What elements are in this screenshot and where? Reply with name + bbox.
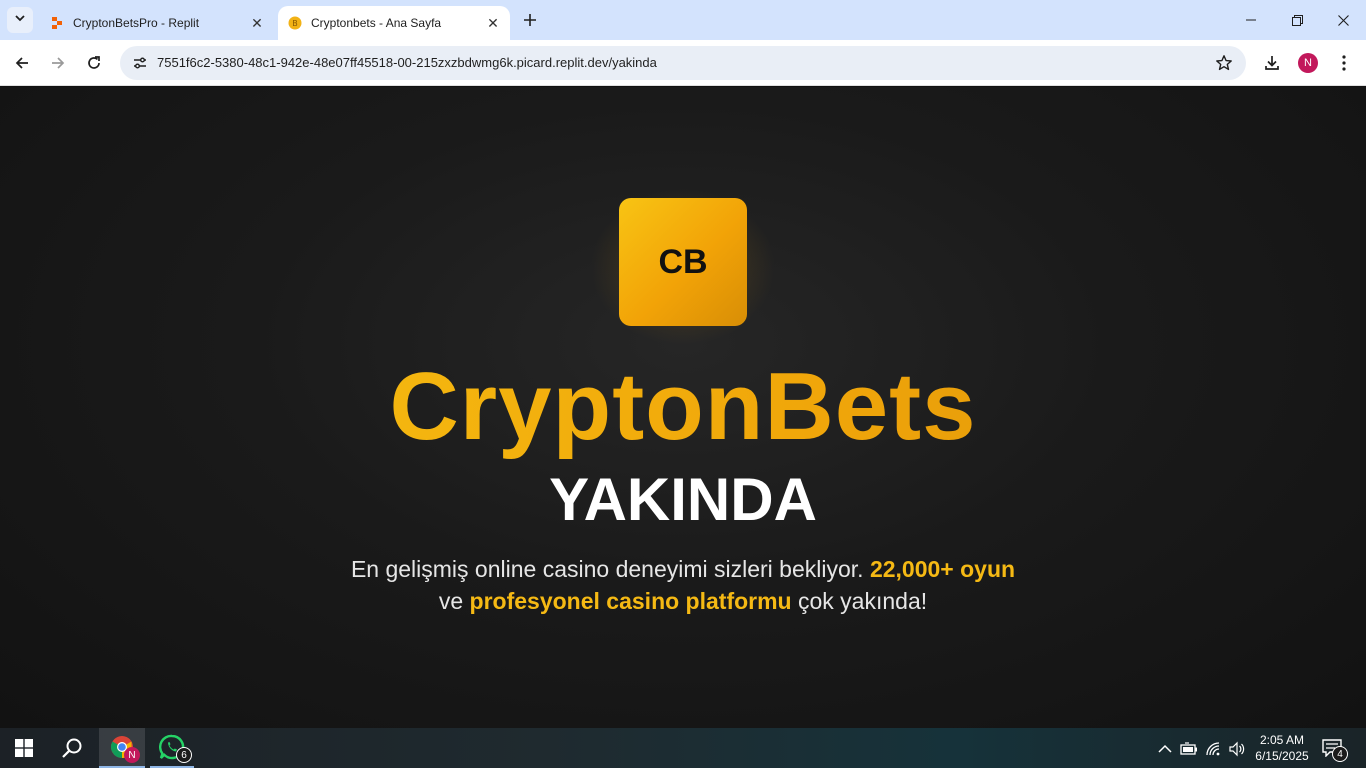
download-icon[interactable] — [1258, 49, 1286, 77]
tab-title: Cryptonbets - Ana Sayfa — [311, 16, 442, 30]
profile-badge: N — [124, 747, 140, 763]
description-text: çok yakında! — [791, 588, 928, 614]
start-button[interactable] — [0, 728, 48, 768]
reload-button[interactable] — [80, 49, 108, 77]
page-content: CB CryptonBets YAKINDA En gelişmiş onlin… — [0, 87, 1366, 728]
reload-icon — [88, 56, 100, 69]
search-button[interactable] — [48, 728, 96, 768]
description: En gelişmiş online casino deneyimi sizle… — [343, 553, 1023, 617]
volume-icon[interactable] — [1228, 740, 1246, 758]
brand-logo: CB — [619, 198, 747, 326]
system-clock[interactable]: 2:05 AM 6/15/2025 — [1248, 732, 1316, 764]
restore-button[interactable] — [1274, 0, 1320, 40]
windows-icon — [15, 739, 33, 757]
forward-button[interactable] — [44, 49, 72, 77]
svg-text:B: B — [292, 19, 298, 28]
chrome-icon: N — [110, 735, 140, 763]
profile-avatar[interactable]: N — [1298, 53, 1318, 73]
address-bar[interactable]: 7551f6c2-5380-48c1-942e-48e07ff45518-00-… — [120, 46, 1246, 80]
brand-title: CryptonBets — [0, 352, 1366, 462]
url-text[interactable]: 7551f6c2-5380-48c1-942e-48e07ff45518-00-… — [157, 55, 657, 70]
browser-toolbar: 7551f6c2-5380-48c1-942e-48e07ff45518-00-… — [0, 40, 1366, 86]
tab-title: CryptonBetsPro - Replit — [73, 16, 200, 30]
clock-date: 6/15/2025 — [1255, 749, 1309, 763]
tab-search-button[interactable] — [7, 7, 33, 33]
tab-replit[interactable]: CryptonBetsPro - Replit ✕ — [40, 6, 274, 40]
tune-icon — [134, 57, 146, 69]
network-icon[interactable] — [1205, 740, 1223, 758]
close-icon[interactable]: ✕ — [246, 12, 268, 34]
clock-time: 2:05 AM — [1259, 733, 1305, 747]
close-icon[interactable]: ✕ — [482, 12, 504, 34]
chrome-taskbar-button[interactable]: N — [99, 728, 145, 768]
chevron-up-icon[interactable] — [1156, 740, 1174, 758]
chevron-down-icon — [14, 11, 26, 29]
description-text: En gelişmiş online casino deneyimi sizle… — [350, 556, 870, 582]
search-icon — [62, 738, 82, 758]
notification-count-badge: 4 — [1332, 746, 1348, 762]
minimize-button[interactable] — [1228, 0, 1274, 40]
replit-icon — [50, 16, 64, 30]
taskbar: N 6 2:05 AM 6/15/2025 4 — [0, 728, 1366, 768]
arrow-right-icon — [52, 57, 65, 69]
coming-soon-heading: YAKINDA — [549, 466, 817, 533]
unread-badge: 6 — [176, 747, 192, 763]
whatsapp-taskbar-button[interactable]: 6 — [150, 728, 194, 768]
notification-center-button[interactable]: 4 — [1322, 738, 1348, 762]
description-text: ve — [438, 588, 470, 614]
close-window-button[interactable] — [1320, 0, 1366, 40]
tab-strip: CryptonBetsPro - Replit ✕ B Cryptonbets … — [0, 0, 1366, 40]
menu-dots-icon[interactable] — [1332, 49, 1356, 77]
whatsapp-icon: 6 — [158, 734, 192, 763]
games-highlight: 22,000+ oyun — [869, 556, 1016, 582]
site-info-button[interactable] — [126, 49, 154, 77]
platform-highlight: profesyonel casino platformu — [469, 588, 792, 614]
battery-icon[interactable] — [1180, 740, 1198, 758]
tab-cryptonbets[interactable]: B Cryptonbets - Ana Sayfa ✕ — [278, 6, 510, 40]
arrow-left-icon — [15, 57, 28, 69]
back-button[interactable] — [8, 49, 36, 77]
new-tab-button[interactable] — [518, 8, 542, 32]
coin-icon: B — [288, 16, 302, 30]
bookmark-star-icon[interactable] — [1214, 53, 1234, 73]
